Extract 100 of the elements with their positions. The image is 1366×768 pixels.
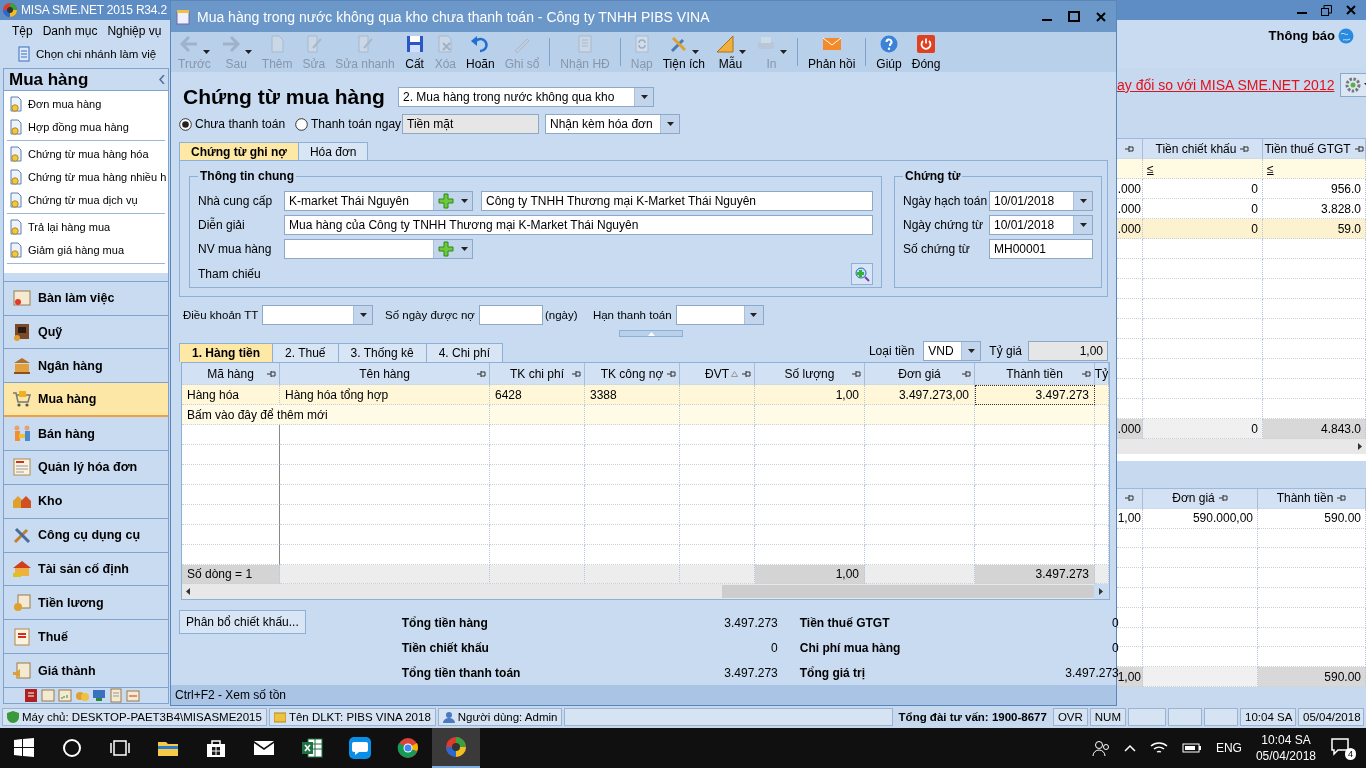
toolbar-button[interactable]: Giúp [871, 32, 907, 72]
close-icon[interactable] [1096, 11, 1106, 22]
toolbar-button[interactable]: Cất [399, 32, 430, 72]
input-field[interactable]: 1,00 [1028, 340, 1108, 361]
dropdown-field[interactable] [284, 239, 473, 260]
restore-icon[interactable] [1321, 4, 1332, 16]
column-header[interactable]: Tỷ [1095, 363, 1109, 385]
dropdown-field[interactable]: 2. Mua hàng trong nước không qua kho [398, 87, 654, 107]
column-header[interactable]: ĐVT [680, 363, 755, 385]
column-header[interactable]: Đơn giá [1143, 489, 1258, 509]
menu-item[interactable]: Tệp [10, 24, 35, 38]
field-label: Hạn thanh toán [592, 309, 672, 322]
toolbar-button[interactable]: Phản hồi [803, 32, 861, 72]
dropdown-field[interactable]: K-market Thái Nguyên [284, 191, 473, 212]
menu-item[interactable]: Nghiệp vụ [105, 24, 164, 38]
menu-item[interactable]: Danh mục [40, 24, 100, 38]
dropdown-field[interactable]: Nhận kèm hóa đơn [545, 114, 680, 134]
sidebar-link[interactable]: Hợp đồng mua hàng [28, 120, 129, 133]
dropdown-field[interactable] [262, 305, 373, 326]
sidebar-link[interactable]: Chứng từ mua dịch vụ [28, 193, 138, 206]
sidebar-link[interactable]: Trả lại hàng mua [28, 220, 111, 233]
undo-icon [470, 33, 491, 54]
status-panel [1128, 708, 1166, 726]
toolbar-button[interactable]: Chọn chi nhánh làm việ [36, 48, 157, 60]
column-header[interactable]: TK công nợ [585, 363, 680, 385]
radio-button[interactable]: Chưa thanh toán [179, 117, 295, 131]
column-header[interactable]: Mã hàng [182, 363, 280, 385]
input-field[interactable]: Mua hàng của Công ty TNHH Thương mại K-Market Thái Nguyên [284, 215, 873, 236]
tab[interactable]: Chứng từ ghi nợ [179, 142, 299, 161]
module-button[interactable]: Tài sản cố định [4, 552, 168, 587]
column-header[interactable]: TK chi phí [490, 363, 585, 385]
toolbar-button[interactable]: Mẫu [710, 32, 751, 72]
input-field[interactable] [478, 305, 543, 326]
globe-icon[interactable] [1338, 28, 1354, 44]
date-field[interactable]: 10/01/2018 [989, 191, 1093, 212]
module-button[interactable]: Tiền lương [4, 586, 168, 621]
toolbar-button[interactable]: Tiện ích [657, 32, 710, 72]
sidebar-link[interactable]: Đơn mua hàng [28, 97, 102, 110]
tab[interactable]: Hóa đơn [297, 142, 369, 161]
notification-icon[interactable] [1330, 736, 1350, 756]
chevron-up-icon[interactable] [1123, 744, 1136, 752]
status-indicator: NUM [1089, 708, 1126, 726]
taskbar-button[interactable] [432, 728, 480, 768]
tab[interactable]: 1. Hàng tiền [179, 343, 273, 362]
clock[interactable]: 10:04 SA 05/04/2018 [1255, 732, 1316, 764]
tab[interactable]: 2. Thuế [272, 343, 339, 362]
collapse-handle[interactable] [619, 330, 683, 337]
add-reference-button[interactable] [851, 263, 873, 286]
module-button[interactable]: Bán hàng [4, 417, 168, 451]
maximize-icon[interactable] [1068, 11, 1080, 22]
notice-label[interactable]: Thông báo [1268, 28, 1335, 43]
module-button[interactable]: Thuế [4, 620, 168, 655]
module-button[interactable]: Quỹ [4, 315, 168, 350]
battery-icon[interactable] [1181, 742, 1202, 754]
column-header[interactable]: Đơn giá [865, 363, 975, 385]
sidebar-link[interactable]: Chứng từ mua hàng nhiều h [28, 170, 167, 183]
table-row[interactable]: .000 0 59.0 [1117, 219, 1366, 239]
pin-icon [852, 369, 861, 378]
table-cell: 590.00 [1324, 511, 1361, 526]
module-button[interactable]: Công cụ dụng cụ [4, 518, 168, 553]
module-button[interactable]: Giá thành [4, 654, 168, 689]
radio-button[interactable]: Thanh toán ngay [295, 117, 402, 131]
column-header[interactable]: Tiền chiết khấu [1143, 139, 1263, 159]
search-icon [60, 736, 84, 760]
sidebar-link[interactable]: Chứng từ mua hàng hóa [28, 147, 149, 160]
module-button[interactable]: Bàn làm việc [4, 281, 168, 316]
allocate-discount-button[interactable]: Phân bổ chiết khấu... [179, 610, 306, 634]
column-header[interactable]: Thành tiền [1258, 489, 1366, 509]
toolbar-button[interactable]: Hoãn [461, 32, 500, 72]
column-header[interactable] [1117, 489, 1143, 509]
tab[interactable]: 4. Chi phí [425, 343, 504, 362]
caret-icon [640, 95, 648, 99]
module-button[interactable]: Kho [4, 484, 168, 519]
input-field[interactable]: Tiền mặt [402, 114, 539, 134]
settings-button[interactable] [1340, 73, 1366, 97]
wifi-icon[interactable] [1149, 741, 1168, 755]
collapse-icon[interactable] [159, 75, 165, 85]
module-button[interactable]: Mua hàng [4, 383, 168, 418]
tab[interactable]: 3. Thống kê [337, 343, 427, 362]
input-field[interactable]: MH00001 [989, 239, 1093, 260]
module-button[interactable]: Quản lý hóa đơn [4, 451, 168, 485]
computer-icon[interactable] [92, 688, 106, 704]
toolbar-button[interactable]: Đóng [906, 32, 946, 72]
sidebar-link[interactable]: Giảm giá hàng mua [28, 243, 124, 256]
dropdown-field[interactable] [675, 305, 764, 326]
close-icon[interactable] [1346, 5, 1356, 15]
input-field[interactable]: Công ty TNHH Thương mại K-Market Thái Nguyên [481, 191, 873, 212]
column-header[interactable]: Số lượng [755, 363, 865, 385]
column-header[interactable]: Thành tiền [975, 363, 1095, 385]
column-header[interactable]: Tiền thuế GTGT [1263, 139, 1366, 159]
date-field[interactable]: 10/01/2018 [989, 215, 1093, 236]
column-header[interactable]: Tên hàng [280, 363, 490, 385]
people-icon[interactable] [1091, 739, 1110, 757]
filter-operator[interactable]: ≤ [1147, 161, 1154, 176]
book-icon[interactable] [24, 688, 38, 704]
add-row-hint[interactable]: Bấm vào đây để thêm mới [182, 405, 490, 425]
filter-operator[interactable]: ≤ [1267, 161, 1274, 176]
language-indicator[interactable]: ENG [1215, 741, 1242, 755]
column-header[interactable] [1117, 139, 1143, 159]
dropdown-field[interactable]: VND [923, 340, 982, 361]
